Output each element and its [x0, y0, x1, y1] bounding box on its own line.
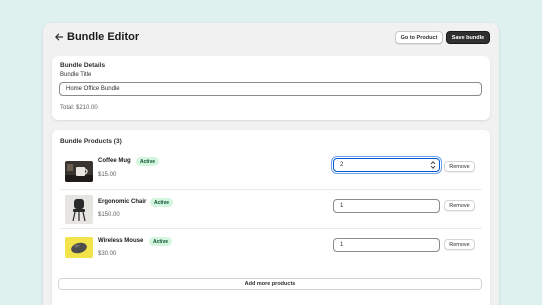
- wireless-mouse-status-badge: Active: [149, 237, 173, 246]
- mouse-photo-icon: [65, 237, 93, 258]
- bundle-title-label: Bundle Title: [60, 72, 92, 78]
- ergonomic-chair-remove-button[interactable]: Remove: [444, 200, 475, 211]
- save-bundle-button[interactable]: Save bundle: [446, 31, 490, 44]
- bundle-products-heading: Bundle Products (3): [60, 138, 122, 145]
- ergonomic-chair-quantity-input[interactable]: 1: [333, 199, 440, 213]
- back-arrow-icon[interactable]: [54, 32, 64, 42]
- wireless-mouse-thumbnail: [65, 237, 93, 258]
- wireless-mouse-remove-button[interactable]: Remove: [444, 239, 475, 250]
- bundle-title-value: Home Office Bundle: [66, 86, 120, 92]
- coffee-mug-quantity-input[interactable]: 2: [333, 158, 440, 172]
- bundle-products-card: Bundle Products (3) Coffee Mug Active $1…: [52, 130, 490, 305]
- go-to-product-button[interactable]: Go to Product: [395, 31, 443, 44]
- coffee-mug-status-badge: Active: [136, 157, 160, 166]
- bundle-total: Total: $210.00: [60, 105, 98, 111]
- row-divider: [60, 189, 482, 190]
- page-title: Bundle Editor: [67, 31, 140, 43]
- page-header: Bundle Editor Go to Product Save bundle: [43, 23, 499, 53]
- quantity-stepper-icon[interactable]: [430, 160, 436, 170]
- ergonomic-chair-status-badge: Active: [150, 198, 174, 207]
- coffee-mug-photo-icon: [65, 161, 93, 182]
- add-more-products-button[interactable]: Add more products: [58, 278, 482, 290]
- coffee-mug-remove-button[interactable]: Remove: [444, 161, 475, 172]
- bundle-details-card: Bundle Details Bundle Title Home Office …: [52, 56, 490, 120]
- coffee-mug-name[interactable]: Coffee Mug: [98, 158, 131, 164]
- wireless-mouse-price: $30.00: [98, 251, 117, 257]
- ergonomic-chair-price: $150.00: [98, 212, 120, 218]
- ergonomic-chair-thumbnail: [65, 195, 93, 224]
- wireless-mouse-quantity-input[interactable]: 1: [333, 238, 440, 252]
- row-divider: [60, 228, 482, 229]
- coffee-mug-thumbnail: [65, 161, 93, 182]
- wireless-mouse-name[interactable]: Wireless Mouse: [98, 238, 143, 244]
- bundle-editor-window: Bundle Editor Go to Product Save bundle …: [43, 23, 499, 305]
- bundle-title-input[interactable]: Home Office Bundle: [59, 82, 482, 96]
- bundle-details-heading: Bundle Details: [60, 62, 106, 69]
- ergonomic-chair-quantity-value: 1: [340, 203, 344, 209]
- office-chair-photo-icon: [65, 195, 93, 224]
- ergonomic-chair-name[interactable]: Ergonomic Chair: [98, 199, 146, 205]
- wireless-mouse-quantity-value: 1: [340, 242, 344, 248]
- coffee-mug-price: $15.00: [98, 172, 117, 178]
- coffee-mug-quantity-value: 2: [340, 162, 344, 168]
